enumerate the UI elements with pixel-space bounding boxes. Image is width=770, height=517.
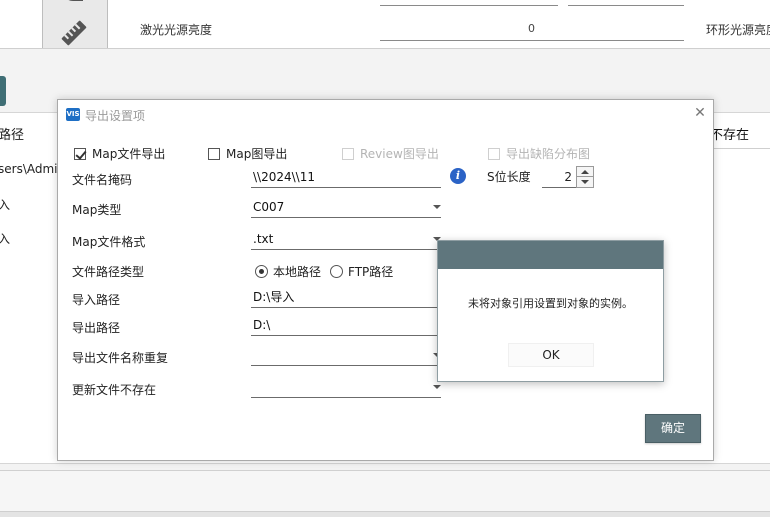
checkbox-label: Map图导出 xyxy=(226,147,288,161)
radio-unselected-icon[interactable] xyxy=(330,265,343,278)
map-file-export-checkbox[interactable]: Map文件导出 xyxy=(74,145,165,162)
chevron-down-icon[interactable] xyxy=(433,385,441,389)
background-tool-column xyxy=(42,0,108,48)
local-path-radio[interactable]: 本地路径 xyxy=(255,263,321,280)
defect-map-export-checkbox: 导出缺陷分布图 xyxy=(488,145,590,162)
checkbox-checked-icon[interactable] xyxy=(74,147,86,160)
background-left-label: sers\Admi xyxy=(0,162,58,176)
update-missing-select[interactable] xyxy=(251,376,441,398)
update-missing-label: 更新文件不存在 xyxy=(72,383,157,397)
laser-brightness-value[interactable]: 0 xyxy=(528,22,535,35)
app-logo-icon: VIS xyxy=(66,108,80,121)
checkbox-unchecked-icon[interactable] xyxy=(208,147,220,160)
map-format-value: .txt xyxy=(253,232,274,246)
laser-brightness-label: 激光光源亮度 xyxy=(140,23,213,37)
decrement-arrow-icon[interactable] xyxy=(577,177,593,187)
radio-selected-icon[interactable] xyxy=(255,265,268,278)
checkbox-label: Map文件导出 xyxy=(92,147,166,161)
s-length-label: S位长度 xyxy=(487,170,531,184)
error-message-text: 未将对象引用设置到对象的实例。 xyxy=(468,297,633,310)
background-bottom-strip xyxy=(0,511,770,517)
stepper-buttons[interactable] xyxy=(576,166,594,188)
duplicate-name-select[interactable] xyxy=(251,344,441,366)
message-ok-button[interactable]: OK xyxy=(508,343,594,367)
message-box-titlebar[interactable] xyxy=(438,241,663,269)
background-left-label: 路径 xyxy=(0,128,25,143)
duplicate-name-label: 导出文件名称重复 xyxy=(72,351,169,365)
import-path-input[interactable]: D:\导入 xyxy=(251,286,441,308)
map-type-select[interactable]: C007 xyxy=(251,196,441,218)
background-field-line xyxy=(568,5,684,6)
checkbox-unchecked-icon xyxy=(488,147,500,160)
background-separator xyxy=(0,48,770,49)
file-mask-label: 文件名掩码 xyxy=(72,173,133,187)
background-column-header: 不存在 xyxy=(710,128,750,143)
background-bottom-bar xyxy=(0,470,770,517)
background-field-line xyxy=(380,5,558,6)
radio-label: FTP路径 xyxy=(348,265,394,279)
laser-brightness-field-line xyxy=(380,40,684,41)
map-format-select[interactable]: .txt xyxy=(251,228,441,250)
ring-brightness-label: 环形光源亮度 xyxy=(706,23,770,37)
chevron-down-icon[interactable] xyxy=(433,205,441,209)
radio-label: 本地路径 xyxy=(273,265,322,279)
map-type-value: C007 xyxy=(253,200,285,214)
background-left-label: 入 xyxy=(0,232,11,246)
confirm-button[interactable]: 确定 xyxy=(645,414,701,443)
s-length-value[interactable]: 2 xyxy=(542,166,576,188)
dialog-title: 导出设置项 xyxy=(85,109,146,123)
map-image-export-checkbox[interactable]: Map图导出 xyxy=(208,145,287,162)
info-icon[interactable]: i xyxy=(450,168,466,184)
s-length-stepper[interactable]: 2 xyxy=(542,166,596,188)
map-format-label: Map文件格式 xyxy=(72,235,146,249)
background-divider xyxy=(712,148,770,149)
review-image-export-checkbox: Review图导出 xyxy=(342,145,439,162)
path-type-label: 文件路径类型 xyxy=(72,265,145,279)
checkbox-unchecked-icon xyxy=(342,147,354,160)
checkbox-label: 导出缺陷分布图 xyxy=(506,147,591,161)
increment-arrow-icon[interactable] xyxy=(577,167,593,177)
background-left-label: 入 xyxy=(0,198,11,212)
ruler-icon[interactable] xyxy=(59,18,89,48)
export-path-input[interactable]: D:\ xyxy=(251,314,441,336)
file-mask-input[interactable]: \\2024\\11 xyxy=(251,166,441,188)
export-path-label: 导出路径 xyxy=(72,321,121,335)
map-type-label: Map类型 xyxy=(72,203,122,217)
background-side-button[interactable] xyxy=(0,76,6,106)
error-message-box: 未将对象引用设置到对象的实例。 OK xyxy=(437,240,664,382)
search-icon[interactable] xyxy=(63,0,85,6)
close-icon[interactable]: ✕ xyxy=(692,105,708,121)
import-path-label: 导入路径 xyxy=(72,293,121,307)
ftp-path-radio[interactable]: FTP路径 xyxy=(330,263,393,280)
checkbox-label: Review图导出 xyxy=(360,147,439,161)
